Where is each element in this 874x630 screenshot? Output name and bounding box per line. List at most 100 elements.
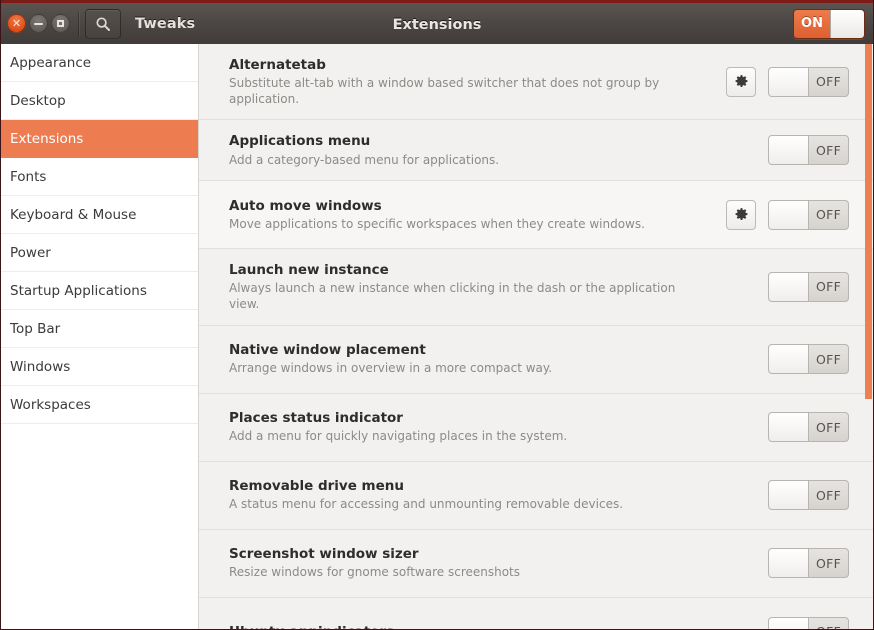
extension-settings-button[interactable] bbox=[726, 199, 756, 230]
gear-icon bbox=[735, 208, 747, 221]
toggle-label: OFF bbox=[815, 419, 842, 435]
extensions-list: Alternatetab Substitute alt-tab with a w… bbox=[199, 44, 873, 629]
extension-toggle[interactable]: OFF bbox=[768, 616, 849, 629]
search-button[interactable] bbox=[85, 8, 121, 39]
sidebar: Appearance Desktop Extensions Fonts Keyb… bbox=[1, 44, 199, 629]
sidebar-item-label: Workspaces bbox=[10, 396, 91, 413]
extension-info: Removable drive menu A status menu for a… bbox=[229, 477, 768, 513]
toggle-label: OFF bbox=[815, 74, 842, 90]
close-button[interactable]: ✕ bbox=[7, 14, 26, 33]
toggle-knob bbox=[769, 549, 809, 578]
extension-toggle[interactable]: OFF bbox=[768, 66, 849, 97]
vertical-scrollbar[interactable] bbox=[864, 44, 873, 629]
table-row[interactable]: Places status indicator Add a menu for q… bbox=[199, 393, 873, 462]
toggle-label: OFF bbox=[815, 207, 842, 223]
toggle-knob bbox=[769, 67, 809, 96]
app-name: Tweaks bbox=[135, 15, 196, 32]
extension-info: Places status indicator Add a menu for q… bbox=[229, 409, 768, 445]
sidebar-item-top-bar[interactable]: Top Bar bbox=[1, 310, 198, 348]
extension-toggle[interactable]: OFF bbox=[768, 548, 849, 579]
table-row[interactable]: Native window placement Arrange windows … bbox=[199, 325, 873, 394]
extension-info: Applications menu Add a category-based m… bbox=[229, 132, 768, 168]
extension-name: Auto move windows bbox=[229, 197, 382, 214]
extension-toggle[interactable]: OFF bbox=[768, 412, 849, 443]
extension-toggle[interactable]: OFF bbox=[768, 271, 849, 302]
extension-toggle[interactable]: OFF bbox=[768, 480, 849, 511]
extension-name: Launch new instance bbox=[229, 262, 389, 279]
window-titlebar: ✕ Tweaks Extensions ON bbox=[1, 0, 873, 44]
table-row[interactable]: Alternatetab Substitute alt-tab with a w… bbox=[199, 44, 873, 121]
extension-controls: OFF bbox=[768, 616, 849, 629]
extension-description: Move applications to specific workspaces… bbox=[229, 217, 645, 232]
tweaks-window: ✕ Tweaks Extensions ON Appearance Deskto… bbox=[0, 0, 874, 630]
extension-controls: OFF bbox=[726, 199, 849, 230]
table-row[interactable]: Screenshot window sizer Resize windows f… bbox=[199, 529, 873, 598]
sidebar-item-label: Startup Applications bbox=[10, 282, 147, 299]
toggle-label: OFF bbox=[815, 279, 842, 295]
extension-info: Ubuntu appindicators bbox=[229, 623, 768, 629]
sidebar-item-label: Extensions bbox=[10, 130, 84, 147]
extensions-panel: Alternatetab Substitute alt-tab with a w… bbox=[199, 44, 873, 629]
titlebar-divider bbox=[78, 10, 79, 37]
toggle-label: OFF bbox=[815, 555, 842, 571]
sidebar-item-label: Power bbox=[10, 244, 51, 261]
extension-settings-button[interactable] bbox=[726, 66, 756, 97]
extension-controls: OFF bbox=[768, 480, 849, 511]
table-row[interactable]: Auto move windows Move applications to s… bbox=[199, 181, 873, 250]
table-row[interactable]: Ubuntu appindicators OFF bbox=[199, 597, 873, 629]
table-row[interactable]: Launch new instance Always launch a new … bbox=[199, 249, 873, 326]
extension-controls: OFF bbox=[768, 548, 849, 579]
sidebar-item-extensions[interactable]: Extensions bbox=[1, 120, 198, 158]
titlebar-actions: ON bbox=[793, 8, 865, 39]
close-icon: ✕ bbox=[11, 17, 22, 30]
toggle-knob bbox=[769, 345, 809, 374]
table-row[interactable]: Removable drive menu A status menu for a… bbox=[199, 461, 873, 530]
extension-controls: OFF bbox=[768, 135, 849, 166]
extension-toggle[interactable]: OFF bbox=[768, 199, 849, 230]
master-switch-label: ON bbox=[794, 9, 830, 38]
extensions-master-switch[interactable]: ON bbox=[793, 8, 865, 39]
toggle-label: OFF bbox=[815, 142, 842, 158]
window-controls: ✕ bbox=[7, 14, 70, 33]
sidebar-item-keyboard-and-mouse[interactable]: Keyboard & Mouse bbox=[1, 196, 198, 234]
toggle-label: OFF bbox=[815, 487, 842, 503]
table-row[interactable]: Applications menu Add a category-based m… bbox=[199, 120, 873, 182]
toggle-label: OFF bbox=[809, 618, 848, 629]
sidebar-item-power[interactable]: Power bbox=[1, 234, 198, 272]
sidebar-item-desktop[interactable]: Desktop bbox=[1, 82, 198, 120]
sidebar-item-fonts[interactable]: Fonts bbox=[1, 158, 198, 196]
minimize-button[interactable] bbox=[29, 14, 48, 33]
sidebar-item-windows[interactable]: Windows bbox=[1, 348, 198, 386]
toggle-knob bbox=[769, 413, 809, 442]
extension-description: Arrange windows in overview in a more co… bbox=[229, 361, 553, 376]
extension-name: Removable drive menu bbox=[229, 478, 404, 495]
window-body: Appearance Desktop Extensions Fonts Keyb… bbox=[1, 44, 873, 629]
extension-info: Auto move windows Move applications to s… bbox=[229, 197, 726, 233]
extension-description: Add a menu for quickly navigating places… bbox=[229, 429, 568, 444]
toggle-knob bbox=[769, 136, 809, 165]
maximize-button[interactable] bbox=[51, 14, 70, 33]
gear-icon bbox=[735, 75, 747, 88]
extension-name: Native window placement bbox=[229, 342, 426, 359]
extension-toggle[interactable]: OFF bbox=[768, 135, 849, 166]
sidebar-item-workspaces[interactable]: Workspaces bbox=[1, 386, 198, 424]
extension-info: Screenshot window sizer Resize windows f… bbox=[229, 545, 768, 581]
extension-controls: OFF bbox=[768, 412, 849, 443]
extension-toggle[interactable]: OFF bbox=[768, 344, 849, 375]
extension-description: A status menu for accessing and unmounti… bbox=[229, 497, 624, 512]
toggle-knob bbox=[769, 272, 809, 301]
extension-description: Resize windows for gnome software screen… bbox=[229, 565, 521, 580]
extension-description: Always launch a new instance when clicki… bbox=[229, 281, 676, 312]
extension-description: Add a category-based menu for applicatio… bbox=[229, 152, 500, 167]
sidebar-item-startup-applications[interactable]: Startup Applications bbox=[1, 272, 198, 310]
sidebar-item-label: Fonts bbox=[10, 168, 47, 185]
sidebar-item-label: Windows bbox=[10, 358, 71, 375]
maximize-icon bbox=[57, 20, 64, 27]
scrollbar-thumb[interactable] bbox=[865, 44, 872, 399]
extension-controls: OFF bbox=[768, 344, 849, 375]
search-icon bbox=[96, 16, 110, 31]
sidebar-item-label: Top Bar bbox=[10, 320, 61, 337]
extension-name: Alternatetab bbox=[229, 57, 326, 73]
sidebar-item-appearance[interactable]: Appearance bbox=[1, 44, 198, 82]
extension-description: Substitute alt-tab with a window based s… bbox=[229, 76, 660, 106]
